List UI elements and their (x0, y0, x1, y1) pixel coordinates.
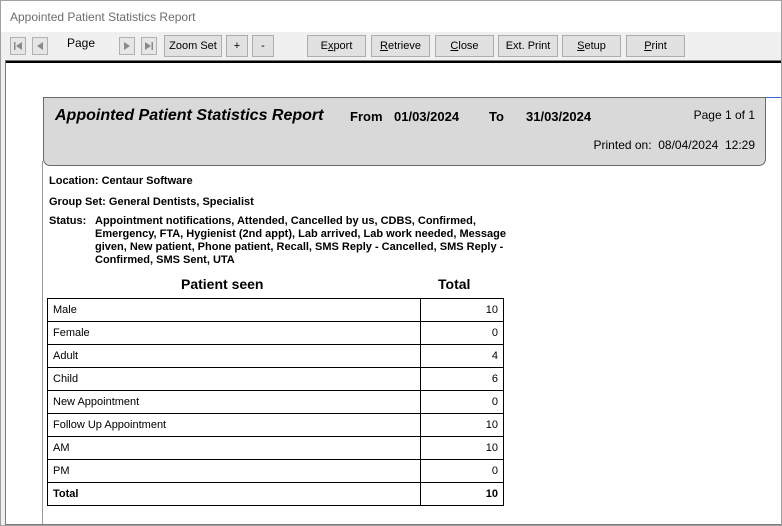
table-row: Child 6 (47, 367, 504, 391)
print-button[interactable]: Print (626, 35, 685, 57)
zoom-in-label: + (233, 40, 241, 52)
printed-label: Printed on: (593, 138, 652, 152)
setup-button[interactable]: Setup (562, 35, 621, 57)
ext-print-label: Ext. Print (505, 40, 551, 52)
location-label: Location: (49, 175, 99, 187)
window-title: Appointed Patient Statistics Report (10, 10, 196, 24)
setup-label: Setup (577, 40, 606, 52)
report-title: Appointed Patient Statistics Report (55, 107, 324, 124)
export-button[interactable]: Export (307, 35, 366, 57)
status-label: Status: (49, 215, 87, 227)
location-line: Location: Centaur Software (49, 175, 193, 187)
to-date: 31/03/2024 (526, 109, 592, 124)
title-bar: Appointed Patient Statistics Report (1, 1, 781, 32)
export-label: Export (320, 40, 353, 52)
page-edge-marker (764, 97, 781, 98)
zoom-in-button[interactable]: + (226, 35, 248, 57)
page-top-border (6, 61, 781, 63)
status-value: Appointment notifications, Attended, Can… (95, 215, 506, 266)
printed-date: 08/04/2024 (658, 138, 719, 152)
total-header: Total (438, 276, 471, 292)
last-page-button[interactable] (141, 37, 157, 55)
table-row: Follow Up Appointment 10 (47, 413, 504, 437)
first-page-button[interactable] (10, 37, 26, 55)
page-left-margin-line (42, 161, 43, 524)
last-page-icon (145, 42, 153, 50)
location-value: Centaur Software (101, 175, 193, 187)
group-set-label: Group Set: (49, 196, 106, 208)
next-page-icon (124, 42, 130, 50)
table-row: PM 0 (47, 459, 504, 483)
zoom-set-button[interactable]: Zoom Set (164, 35, 222, 57)
patient-seen-header: Patient seen (181, 276, 264, 292)
zoom-set-label: Zoom Set (169, 40, 217, 52)
table-row: Male 10 (47, 298, 504, 322)
ext-print-button[interactable]: Ext. Print (498, 35, 558, 57)
to-label: To (489, 109, 504, 124)
total-row: Total 10 (47, 482, 504, 506)
zoom-out-button[interactable]: - (252, 35, 274, 57)
previous-page-button[interactable] (32, 37, 48, 55)
patient-stats-table: Male 10 Female 0 Adult 4 Child 6 New Appoint… (47, 298, 504, 506)
table-row: Adult 4 (47, 344, 504, 368)
group-set-value: General Dentists, Specialist (108, 196, 254, 208)
group-set-line: Group Set: General Dentists, Specialist (49, 196, 254, 208)
zoom-out-label: - (261, 40, 265, 52)
first-page-icon (14, 42, 22, 50)
toolbar: Page Zoom Set + - Export Retrieve Close … (1, 32, 781, 60)
page-indicator: Page 1 of 1 (693, 108, 755, 122)
report-preview[interactable]: Appointed Patient Statistics Report From… (5, 60, 781, 525)
report-window: Appointed Patient Statistics Report Page… (0, 0, 782, 526)
printed-time: 12:29 (724, 138, 755, 152)
next-page-button[interactable] (119, 37, 135, 55)
page-label: Page (67, 36, 96, 50)
report-header: Appointed Patient Statistics Report From… (43, 97, 766, 166)
retrieve-label: Retrieve (380, 40, 421, 52)
table-row: Female 0 (47, 321, 504, 345)
table-row: AM 10 (47, 436, 504, 460)
from-label: From (350, 109, 383, 124)
from-date: 01/03/2024 (394, 109, 460, 124)
close-label: Close (450, 40, 479, 52)
print-label: Print (644, 40, 667, 52)
previous-page-icon (37, 42, 43, 50)
retrieve-button[interactable]: Retrieve (371, 35, 430, 57)
printed-on: Printed on: 08/04/2024 12:29 (594, 138, 755, 152)
close-button[interactable]: Close (435, 35, 494, 57)
table-row: New Appointment 0 (47, 390, 504, 414)
